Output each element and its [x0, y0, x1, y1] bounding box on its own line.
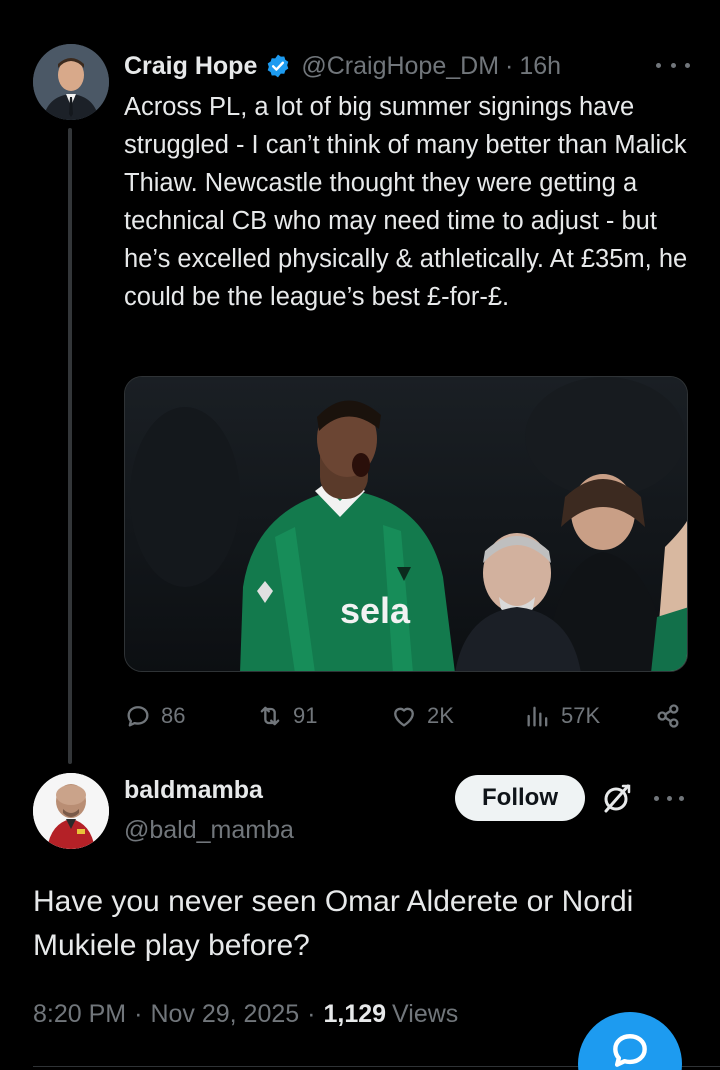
verified-badge-icon[interactable]: [265, 53, 291, 79]
share-button[interactable]: [654, 696, 691, 736]
more-options-icon[interactable]: [656, 50, 690, 80]
shirt-sponsor-text: sela: [340, 590, 411, 631]
author-handle[interactable]: @CraigHope_DM: [301, 52, 499, 81]
like-count: 2K: [427, 703, 454, 728]
tweet-body: Across PL, a lot of big summer signings …: [124, 93, 695, 311]
views-count: 57K: [561, 703, 601, 728]
author-display-name[interactable]: Craig Hope: [124, 52, 257, 81]
separator-dot: ·: [134, 1000, 143, 1028]
reply-author-handle[interactable]: @bald_mamba: [124, 816, 294, 845]
reply-metadata: 8:20 PM · Nov 29, 2025 · 1,129 Views: [33, 1000, 458, 1029]
follow-button[interactable]: Follow: [455, 775, 585, 821]
share-icon: [657, 704, 679, 728]
reply-author-display-name[interactable]: baldmamba: [124, 776, 263, 805]
reply-count: 86: [161, 703, 186, 728]
reply-body: Have you never seen Omar Alderete or Nor…: [33, 885, 634, 962]
tweet-action-bar: 86 91 2K 57K: [124, 696, 690, 736]
compose-icon: [613, 1034, 647, 1067]
separator-dot: ·: [307, 1000, 316, 1028]
like-icon: [394, 707, 414, 727]
tweet-timestamp[interactable]: 16h: [519, 52, 561, 81]
reply-author-avatar[interactable]: [33, 773, 109, 849]
repost-icon: [260, 706, 280, 726]
like-button[interactable]: 2K: [390, 696, 454, 736]
views-button[interactable]: 57K: [524, 696, 600, 736]
reply-time[interactable]: 8:20 PM: [33, 1000, 126, 1029]
reply-date[interactable]: Nov 29, 2025: [150, 1000, 299, 1029]
reply-button[interactable]: 86: [124, 696, 185, 736]
repost-button[interactable]: 91: [256, 696, 317, 736]
reply-views-label[interactable]: Views: [392, 1000, 458, 1029]
tweet-header: Craig Hope @CraigHope_DM · 16h: [124, 46, 690, 86]
tweet-media-photo[interactable]: sela: [124, 376, 688, 672]
reply-icon: [127, 706, 149, 727]
repost-count: 91: [293, 703, 318, 728]
reply-more-options-icon[interactable]: [654, 784, 684, 812]
thread-connector-line: [68, 128, 72, 764]
reply-views-count: 1,129: [323, 1000, 387, 1028]
separator-dot: ·: [505, 51, 514, 80]
views-icon: [527, 706, 548, 727]
compose-reply-fab[interactable]: [578, 1012, 682, 1070]
author-avatar[interactable]: [33, 44, 109, 120]
grok-icon[interactable]: [600, 781, 634, 815]
